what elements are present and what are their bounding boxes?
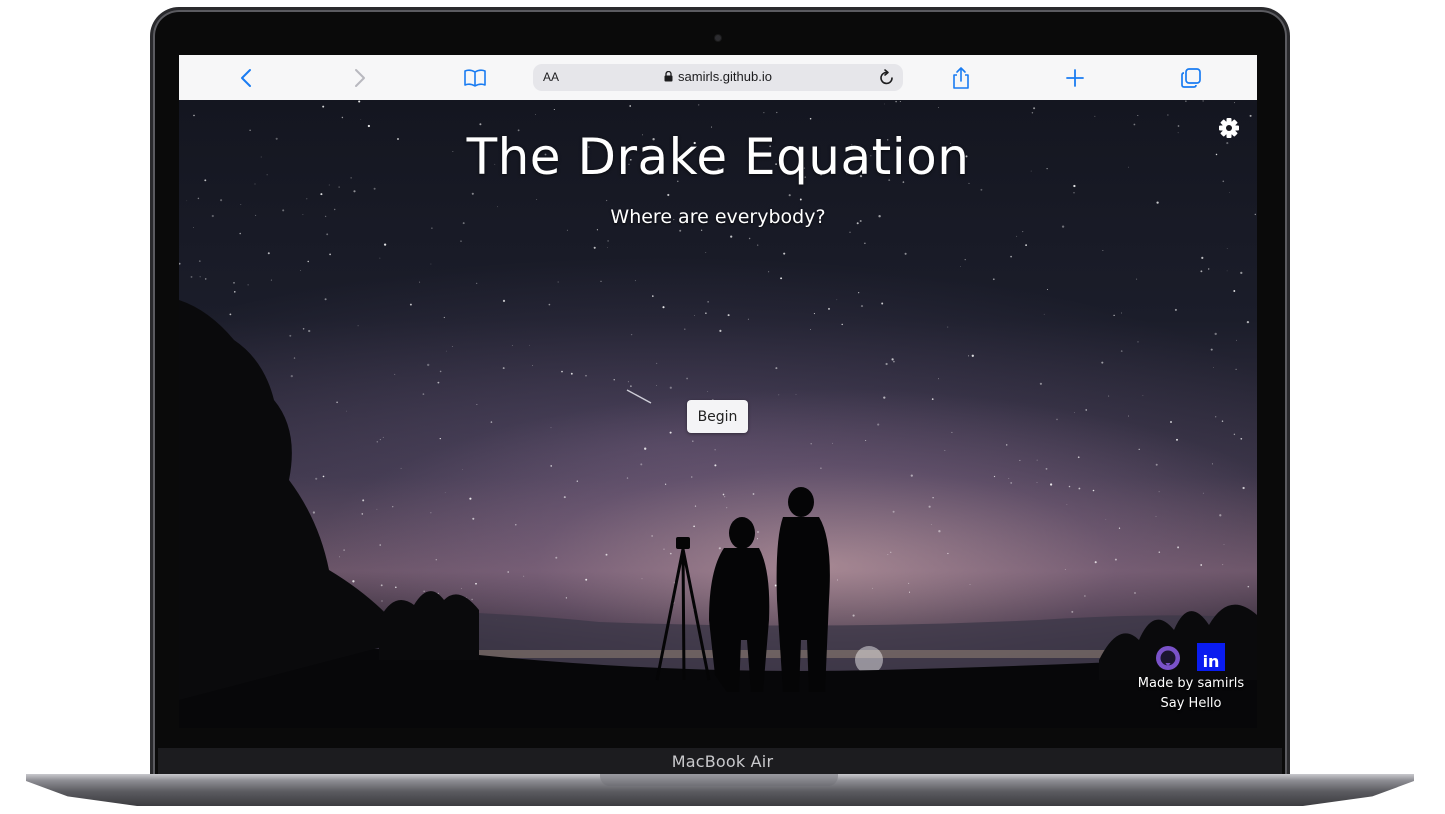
page-subtitle: Where are everybody?	[610, 206, 826, 228]
reload-icon[interactable]	[879, 68, 895, 91]
begin-button[interactable]: Begin	[687, 400, 748, 433]
linkedin-icon[interactable]: in	[1197, 643, 1225, 671]
tabs-icon[interactable]	[1178, 65, 1204, 91]
laptop-opening-notch	[600, 774, 838, 786]
browser-toolbar: AA samirls.github.io	[179, 55, 1257, 101]
social-links: in	[1155, 643, 1235, 671]
say-hello-link[interactable]: Say Hello	[1129, 696, 1253, 711]
chevron-left-icon[interactable]	[233, 65, 259, 91]
url-display: samirls.github.io	[533, 69, 903, 85]
github-icon[interactable]	[1155, 645, 1181, 676]
address-bar[interactable]: AA samirls.github.io	[533, 64, 903, 91]
laptop-screen: AA samirls.github.io The Drake Equation …	[179, 55, 1257, 728]
model-label: MacBook Air	[671, 752, 774, 771]
made-by-text: Made by samirls	[1137, 676, 1245, 691]
chevron-right-icon[interactable]	[347, 65, 373, 91]
webcam	[715, 35, 721, 41]
url-text: samirls.github.io	[678, 69, 772, 84]
lock-icon	[664, 70, 673, 85]
plus-icon[interactable]	[1062, 65, 1088, 91]
page-title: The Drake Equation	[466, 128, 970, 186]
book-icon[interactable]	[462, 65, 488, 91]
web-page: The Drake Equation Where are everybody? …	[179, 100, 1257, 728]
gear-icon[interactable]	[1218, 117, 1240, 144]
share-icon[interactable]	[948, 65, 974, 91]
